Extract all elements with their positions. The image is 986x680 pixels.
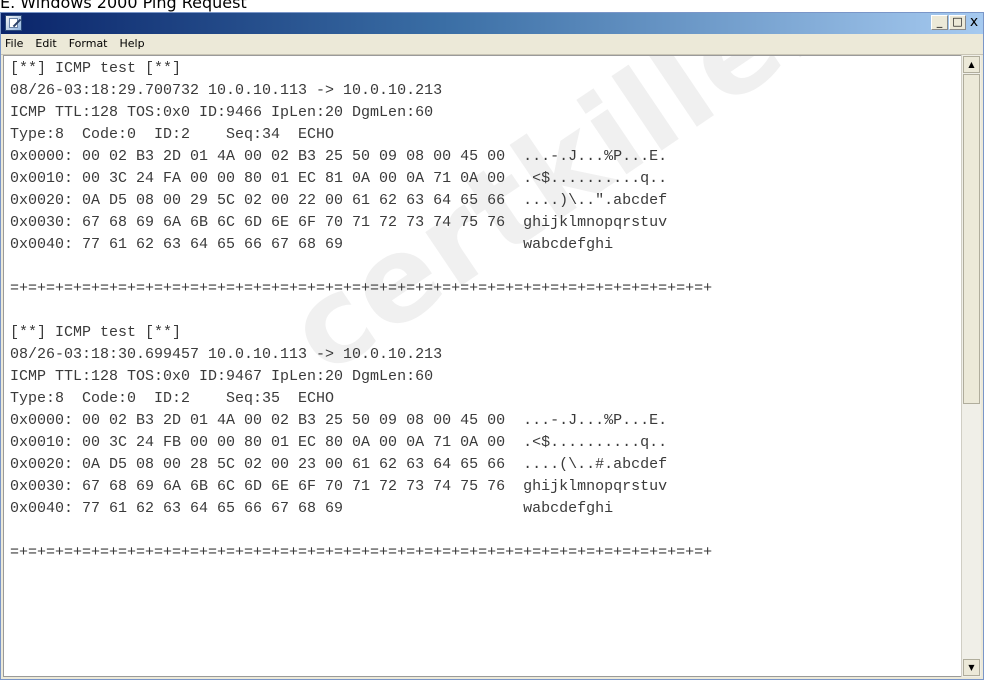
scroll-thumb[interactable]: [963, 74, 980, 404]
document-line: 0x0030: 67 68 69 6A 6B 6C 6D 6E 6F 70 71…: [10, 214, 668, 231]
document-text[interactable]: [**] ICMP test [**] 08/26-03:18:29.700732…: [10, 58, 963, 676]
window-controls: _ □ x: [931, 15, 981, 32]
document-line: Type:8 Code:0 ID:2 Seq:34 ECHO: [10, 126, 335, 143]
document-line: 0x0020: 0A D5 08 00 28 5C 02 00 23 00 61…: [10, 456, 668, 473]
document-line: [**] ICMP test [**]: [10, 324, 182, 341]
minimize-button[interactable]: _: [931, 15, 948, 30]
document-line: =+=+=+=+=+=+=+=+=+=+=+=+=+=+=+=+=+=+=+=+…: [10, 280, 713, 297]
scroll-up-arrow-icon[interactable]: ▲: [963, 56, 980, 73]
document-line: Type:8 Code:0 ID:2 Seq:35 ECHO: [10, 390, 335, 407]
menu-bar: File Edit Format Help: [1, 34, 983, 55]
document-line: [**] ICMP test [**]: [10, 60, 182, 77]
menu-file[interactable]: File: [1, 34, 29, 54]
notepad-icon[interactable]: [5, 15, 22, 31]
title-bar[interactable]: _ □ x: [1, 13, 983, 34]
menu-edit[interactable]: Edit: [29, 34, 62, 54]
close-button[interactable]: x: [967, 15, 981, 30]
menu-help[interactable]: Help: [114, 34, 151, 54]
document-line: ICMP TTL:128 TOS:0x0 ID:9466 IpLen:20 Dg…: [10, 104, 434, 121]
vertical-scrollbar[interactable]: ▲ ▼: [961, 55, 981, 677]
document-line: 0x0010: 00 3C 24 FA 00 00 80 01 EC 81 0A…: [10, 170, 668, 187]
document-line: 0x0040: 77 61 62 63 64 65 66 67 68 69 wa…: [10, 500, 614, 517]
document-line: 0x0030: 67 68 69 6A 6B 6C 6D 6E 6F 70 71…: [10, 478, 668, 495]
document-line: 08/26-03:18:30.699457 10.0.10.113 -> 10.…: [10, 346, 443, 363]
scroll-down-arrow-icon[interactable]: ▼: [963, 659, 980, 676]
document-line: 0x0010: 00 3C 24 FB 00 00 80 01 EC 80 0A…: [10, 434, 668, 451]
menu-format[interactable]: Format: [63, 34, 114, 54]
notepad-window: _ □ x File Edit Format Help certkillers.…: [0, 12, 984, 680]
document-line: 0x0020: 0A D5 08 00 29 5C 02 00 22 00 61…: [10, 192, 668, 209]
document-line: 0x0000: 00 02 B3 2D 01 4A 00 02 B3 25 50…: [10, 412, 668, 429]
document-line: 08/26-03:18:29.700732 10.0.10.113 -> 10.…: [10, 82, 443, 99]
page-caption: E. Windows 2000 Ping Request: [0, 0, 247, 12]
document-line: =+=+=+=+=+=+=+=+=+=+=+=+=+=+=+=+=+=+=+=+…: [10, 544, 713, 561]
document-line: 0x0000: 00 02 B3 2D 01 4A 00 02 B3 25 50…: [10, 148, 668, 165]
maximize-button[interactable]: □: [949, 15, 966, 30]
document-line: 0x0040: 77 61 62 63 64 65 66 67 68 69 wa…: [10, 236, 614, 253]
document-line: ICMP TTL:128 TOS:0x0 ID:9467 IpLen:20 Dg…: [10, 368, 434, 385]
text-editor[interactable]: certkillers.net [**] ICMP test [**] 08/26…: [3, 55, 963, 677]
